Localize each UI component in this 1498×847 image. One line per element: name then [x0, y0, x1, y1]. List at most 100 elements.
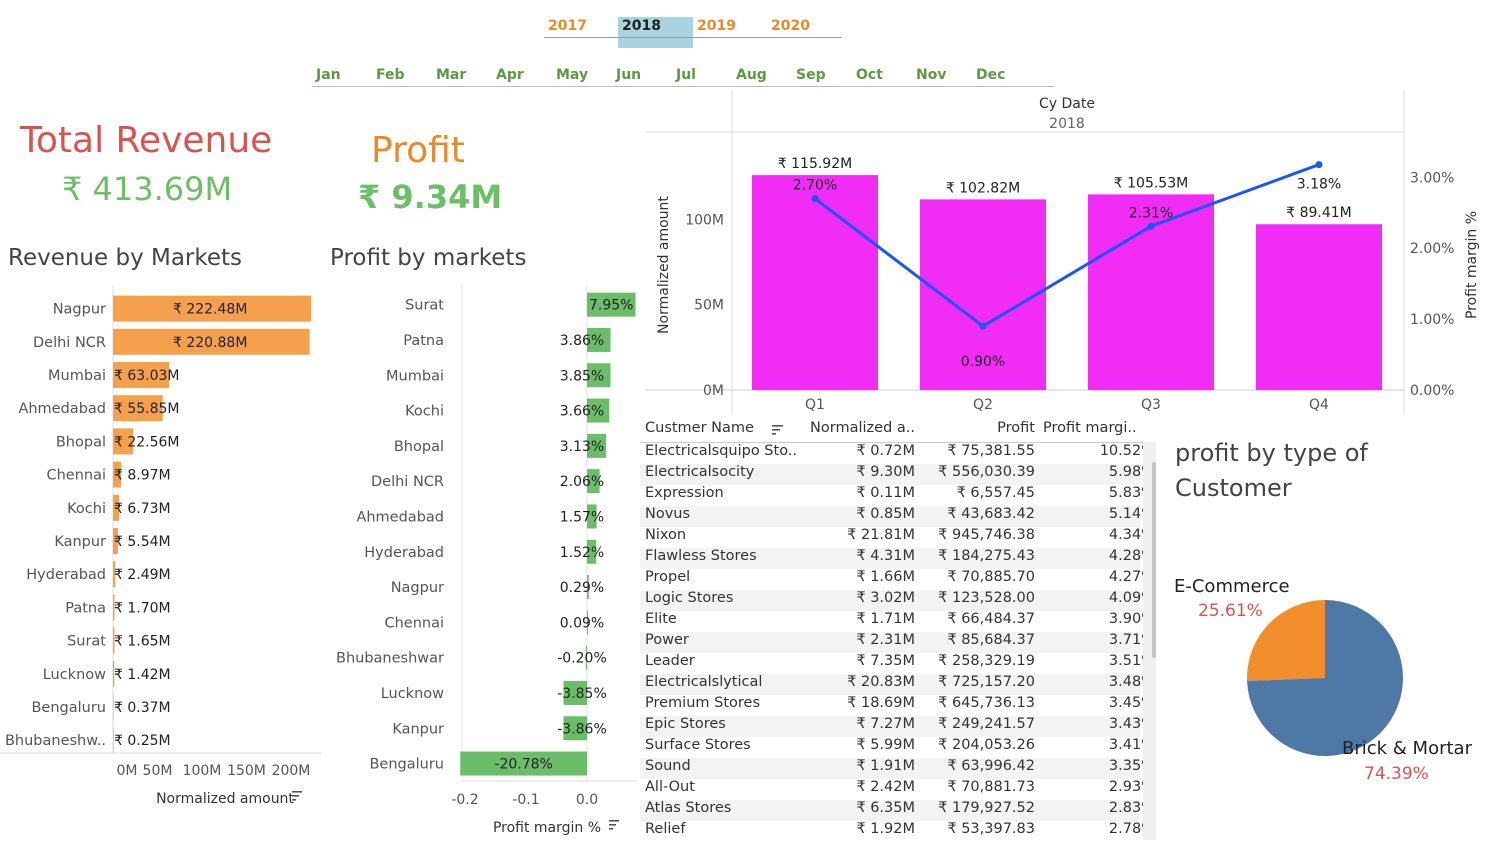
month-jan[interactable]: Jan	[316, 67, 341, 83]
profit-category-label: Hyderabad	[364, 545, 444, 561]
cell-profit-margin: 4.28%	[1108, 548, 1143, 564]
sort-icon[interactable]	[292, 791, 302, 801]
cell-customer-name: Power	[645, 632, 689, 648]
sort-icon[interactable]	[609, 820, 619, 830]
quarter-y-axis-label: Normalized amount	[656, 196, 672, 334]
profit-title: Profit	[371, 130, 465, 171]
revenue-by-markets-chart: Nagpur ₹ 222.48M Delhi NCR ₹ 220.88M Mumbai ₹…	[0, 285, 322, 807]
cell-normalized-amount: ₹ 1.66M	[856, 569, 915, 585]
cell-normalized-amount: ₹ 1.71M	[856, 611, 915, 627]
col-normalized-amount[interactable]: Normalized a..	[805, 420, 915, 436]
cell-normalized-amount: ₹ 0.11M	[856, 485, 915, 501]
table-row[interactable]: Elite ₹ 1.71M ₹ 66,484.37 3.90%	[640, 611, 1143, 632]
pie-category-label: E-Commerce	[1174, 576, 1290, 597]
profit-bar-label: 1.57%	[560, 509, 604, 525]
month-feb[interactable]: Feb	[376, 67, 405, 83]
profit-margin-label: 2.31%	[1129, 205, 1173, 221]
year-2020[interactable]: 2020	[771, 18, 810, 38]
month-dec[interactable]: Dec	[976, 67, 1005, 83]
col-profit-margin[interactable]: Profit margi..	[1040, 420, 1146, 436]
cell-normalized-amount: ₹ 1.92M	[856, 821, 915, 837]
quarter-right-tick: 2.00%	[1410, 241, 1454, 257]
pie-chart: E-Commerce 25.61% Brick & Mortar 74.39%	[1174, 576, 1473, 784]
quarter-bar[interactable]	[1256, 224, 1382, 390]
year-2017[interactable]: 2017	[548, 18, 587, 38]
cell-profit: ₹ 85,684.37	[947, 632, 1035, 648]
profit-bar-label: 0.09%	[560, 615, 604, 631]
revenue-bar-label: ₹ 6.73M	[114, 501, 171, 517]
pie-category-label: Brick & Mortar	[1342, 738, 1473, 759]
table-row[interactable]: Electricalsocity ₹ 9.30M ₹ 556,030.39 5.98%	[640, 464, 1143, 485]
revenue-tick-label: 0M	[117, 763, 138, 779]
table-row[interactable]: Leader ₹ 7.35M ₹ 258,329.19 3.51%	[640, 653, 1143, 674]
sort-icon[interactable]	[772, 424, 784, 440]
revenue-bar-label: ₹ 0.37M	[114, 700, 171, 716]
month-may[interactable]: May	[556, 67, 588, 83]
year-2018[interactable]: 2018	[622, 18, 661, 38]
month-aug[interactable]: Aug	[736, 67, 767, 83]
month-jul[interactable]: Jul	[676, 67, 696, 83]
profit-tick-label: -0.2	[451, 792, 478, 808]
cell-customer-name: All-Out	[645, 779, 695, 795]
table-row[interactable]: Electricalslytical ₹ 20.83M ₹ 725,157.20 3.…	[640, 674, 1143, 695]
revenue-by-markets-title: Revenue by Markets	[8, 245, 243, 271]
quarter-bar[interactable]	[752, 175, 878, 390]
cell-profit-margin: 2.83%	[1108, 800, 1143, 816]
table-scrollbar[interactable]	[1143, 442, 1156, 840]
cell-normalized-amount: ₹ 0.85M	[856, 506, 915, 522]
cell-normalized-amount: ₹ 7.27M	[856, 716, 915, 732]
quarter-bar-label: ₹ 115.92M	[778, 156, 852, 172]
cell-customer-name: Electricalsquipo Sto..	[645, 443, 798, 459]
cy-date-header: Cy Date	[1039, 96, 1095, 112]
profit-category-label: Mumbai	[386, 368, 444, 384]
quarterly-revenue-chart: Cy Date 2018 Normalized amount Profit ma…	[645, 90, 1480, 415]
revenue-category-label: Nagpur	[53, 302, 106, 318]
cell-profit-margin: 4.09%	[1108, 590, 1143, 606]
cell-normalized-amount: ₹ 5.99M	[856, 737, 915, 753]
month-mar[interactable]: Mar	[436, 67, 466, 83]
table-row[interactable]: Power ₹ 2.31M ₹ 85,684.37 3.71%	[640, 632, 1143, 653]
month-apr[interactable]: Apr	[496, 67, 524, 83]
table-row[interactable]: Propel ₹ 1.66M ₹ 70,885.70 4.27%	[640, 569, 1143, 590]
cell-profit-margin: 3.41%	[1108, 737, 1143, 753]
revenue-category-label: Delhi NCR	[33, 335, 106, 351]
table-row[interactable]: Atlas Stores ₹ 6.35M ₹ 179,927.52 2.83%	[640, 800, 1143, 821]
table-row[interactable]: Epic Stores ₹ 7.27M ₹ 249,241.57 3.43%	[640, 716, 1143, 737]
quarter-left-tick: 100M	[685, 212, 724, 228]
table-row[interactable]: Novus ₹ 0.85M ₹ 43,683.42 5.14%	[640, 506, 1143, 527]
profit-margin-point[interactable]	[979, 322, 987, 330]
table-row[interactable]: Sound ₹ 1.91M ₹ 63,996.42 3.35%	[640, 758, 1143, 779]
profit-bar-label: 1.52%	[560, 545, 604, 561]
revenue-bar-label: ₹ 5.54M	[114, 534, 171, 550]
month-oct[interactable]: Oct	[856, 67, 883, 83]
cell-profit: ₹ 258,329.19	[938, 653, 1035, 669]
profit-margin-point[interactable]	[1315, 161, 1323, 169]
cell-customer-name: Nixon	[645, 527, 687, 543]
profit-margin-line[interactable]	[814, 163, 1320, 329]
profit-margin-point[interactable]	[811, 195, 819, 203]
table-row[interactable]: All-Out ₹ 2.42M ₹ 70,881.73 2.93%	[640, 779, 1143, 800]
quarter-tick-label: Q2	[973, 397, 993, 413]
scrollbar-thumb[interactable]	[1152, 462, 1156, 658]
profit-bar-label: 0.29%	[560, 580, 604, 596]
table-row[interactable]: Relief ₹ 1.92M ₹ 53,397.83 2.78%	[640, 821, 1143, 840]
profit-margin-point[interactable]	[1147, 222, 1155, 230]
month-sep[interactable]: Sep	[796, 67, 826, 83]
cell-profit: ₹ 204,053.26	[938, 737, 1035, 753]
cell-customer-name: Epic Stores	[645, 716, 726, 732]
cell-profit: ₹ 945,746.38	[938, 527, 1035, 543]
quarter-bar-label: ₹ 105.53M	[1114, 175, 1188, 191]
table-row[interactable]: Premium Stores ₹ 18.69M ₹ 645,736.13 3.45%	[640, 695, 1143, 716]
col-profit[interactable]: Profit	[920, 420, 1035, 436]
year-2019[interactable]: 2019	[697, 18, 736, 38]
table-row[interactable]: Logic Stores ₹ 3.02M ₹ 123,528.00 4.09%	[640, 590, 1143, 611]
table-row[interactable]: Surface Stores ₹ 5.99M ₹ 204,053.26 3.41%	[640, 737, 1143, 758]
table-row[interactable]: Flawless Stores ₹ 4.31M ₹ 184,275.43 4.28%	[640, 548, 1143, 569]
month-jun[interactable]: Jun	[616, 67, 641, 83]
table-row[interactable]: Expression ₹ 0.11M ₹ 6,557.45 5.83%	[640, 485, 1143, 506]
table-row[interactable]: Electricalsquipo Sto.. ₹ 0.72M ₹ 75,381.55…	[640, 443, 1143, 464]
month-nov[interactable]: Nov	[916, 67, 946, 83]
profit-by-markets-chart: Surat 7.95% Patna 3.86% Mumbai 3.85% Kochi 3.66…	[336, 285, 637, 836]
profit-category-label: Nagpur	[391, 580, 444, 596]
table-row[interactable]: Nixon ₹ 21.81M ₹ 945,746.38 4.34%	[640, 527, 1143, 548]
